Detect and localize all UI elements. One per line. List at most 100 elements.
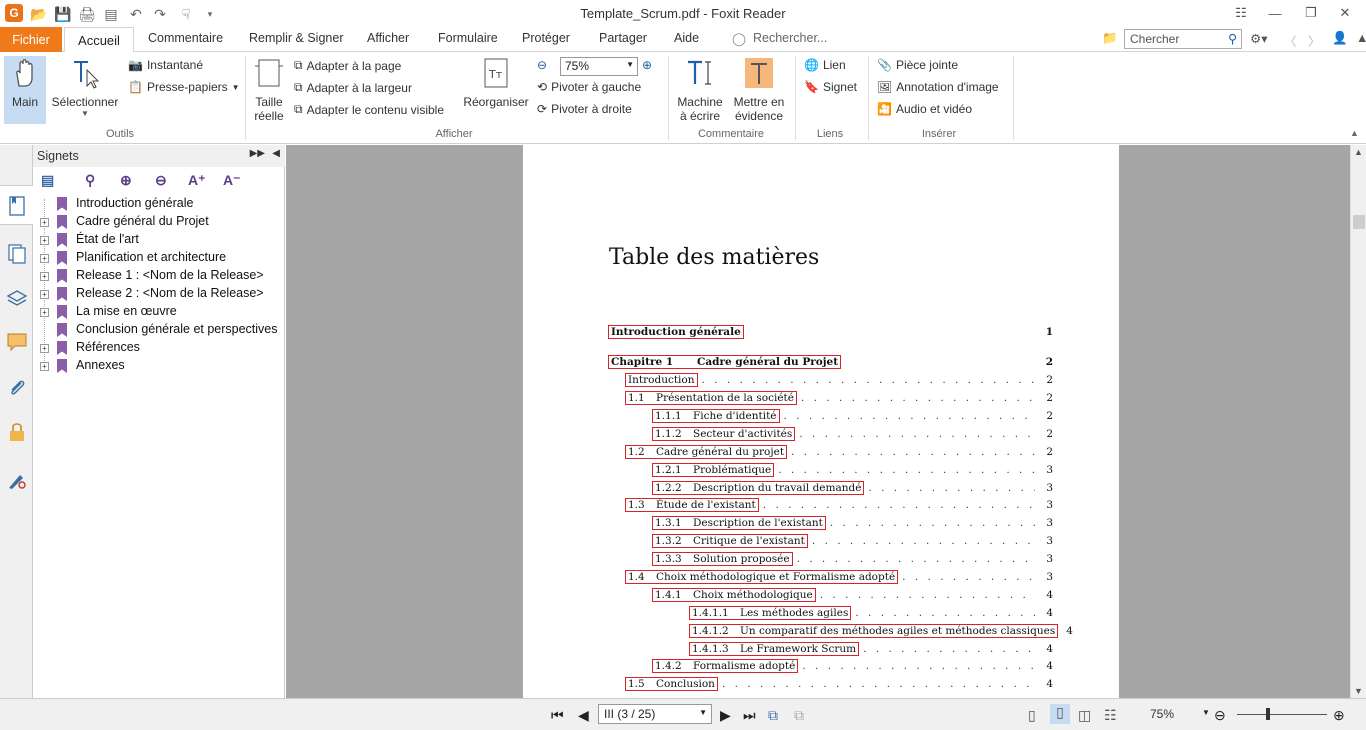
print-icon[interactable]: 🖨 xyxy=(77,4,97,24)
scrollbar-thumb[interactable] xyxy=(1353,215,1365,229)
single-page-icon[interactable]: ▯ xyxy=(1028,707,1036,724)
ribbon-collapse-icon[interactable]: ▲ xyxy=(1356,31,1366,45)
minimize-button[interactable]: — xyxy=(1260,3,1290,23)
tab-protect[interactable]: Protéger xyxy=(522,31,570,45)
toc-entry[interactable]: 1.4.1.1 Les méthodes agiles . . . . . . . … xyxy=(689,604,1053,622)
scroll-up-icon[interactable]: ▲ xyxy=(1354,147,1363,157)
bookmark-item[interactable]: + Release 2 : <Nom de la Release> xyxy=(33,285,285,303)
tab-file[interactable]: Fichier xyxy=(0,27,62,52)
tab-share[interactable]: Partager xyxy=(599,31,647,45)
last-page-icon[interactable]: ⏭ xyxy=(743,707,756,724)
bookmark-item[interactable]: + Annexes xyxy=(33,357,285,375)
user-icon[interactable]: 👤 xyxy=(1332,31,1348,46)
fit-visible-button[interactable]: ⧉ Adapter le contenu visible xyxy=(294,102,444,117)
page-number-input[interactable]: III (3 / 25) ▼ xyxy=(598,704,712,724)
hand-tool-quick-icon[interactable]: ☟ xyxy=(176,4,196,24)
expand-node-icon[interactable]: + xyxy=(40,218,49,227)
open-icon[interactable]: 📂 xyxy=(29,4,49,24)
previous-view-icon[interactable]: ⧉ xyxy=(768,707,778,724)
toc-entry[interactable]: 1.3 Étude de l'existant . . . . . . . . . … xyxy=(625,496,1053,514)
zoom-in-icon[interactable]: ⊕ xyxy=(1333,707,1345,724)
bookmarks-panel-icon[interactable] xyxy=(6,195,28,217)
tab-home[interactable]: Accueil xyxy=(64,27,134,53)
actual-size-button[interactable]: Taille réelle xyxy=(250,56,288,123)
hand-tool-button[interactable]: Main xyxy=(4,56,46,124)
toc-entry[interactable]: Chapitre 1 Cadre général du Projet 2 xyxy=(608,353,1053,371)
fit-width-button[interactable]: ⧉ Adapter à la largeur xyxy=(294,80,412,95)
toc-link[interactable]: Introduction xyxy=(625,373,698,387)
pages-panel-icon[interactable] xyxy=(6,243,28,265)
toc-link[interactable]: 1.3.2 Critique de l'existant xyxy=(652,534,808,548)
toc-entry[interactable]: 1.2 Cadre général du projet . . . . . . . … xyxy=(625,443,1053,461)
layers-panel-icon[interactable] xyxy=(6,287,28,309)
toc-link[interactable]: 1.1.1 Fiche d'identité xyxy=(652,409,780,423)
toc-entry[interactable]: 1.3.1 Description de l'existant . . . . . … xyxy=(652,514,1053,532)
toc-entry[interactable]: 1.1 Présentation de la société . . . . . .… xyxy=(625,389,1053,407)
toc-link[interactable]: 1.4 Choix méthodologique et Formalisme ad… xyxy=(625,570,899,584)
toc-link[interactable]: 1.3 Étude de l'existant xyxy=(625,498,759,512)
zoom-dropdown-icon[interactable]: ▼ xyxy=(1202,708,1210,717)
font-smaller-icon[interactable]: A⁻ xyxy=(223,172,241,190)
next-view-icon[interactable]: ⧉ xyxy=(794,707,804,724)
toc-link[interactable]: 1.5 Conclusion xyxy=(625,677,718,691)
reflow-button[interactable]: Tт Réorganiser xyxy=(462,56,530,109)
forward-icon[interactable]: 〉 xyxy=(1308,31,1321,50)
rotate-left-button[interactable]: ⟲ Pivoter à gauche xyxy=(537,80,641,94)
expand-node-icon[interactable]: + xyxy=(40,344,49,353)
toc-entry[interactable]: 1.2.1 Problématique . . . . . . . . . . . … xyxy=(652,461,1053,479)
collapse-panel-icon[interactable]: ◀ xyxy=(272,148,280,159)
zoom-select[interactable]: 75% ▼ xyxy=(560,57,638,76)
bookmark-options-icon[interactable]: ▤ xyxy=(41,172,59,190)
toc-link[interactable]: Introduction générale xyxy=(608,325,744,339)
typewriter-button[interactable]: Machine à écrire xyxy=(674,56,726,123)
toc-link[interactable]: 1.3.3 Solution proposée xyxy=(652,552,793,566)
toc-link[interactable]: 1.3.1 Description de l'existant xyxy=(652,516,826,530)
expand-node-icon[interactable]: + xyxy=(40,272,49,281)
zoom-in-icon[interactable]: ⊕ xyxy=(642,58,652,72)
tab-help[interactable]: Aide xyxy=(674,31,699,45)
highlight-button[interactable]: Mettre en évidence xyxy=(730,56,788,123)
audio-video-button[interactable]: 🎦 Audio et vidéo xyxy=(877,102,972,116)
tab-form[interactable]: Formulaire xyxy=(438,31,498,45)
expand-panel-icon[interactable]: ▶▶ xyxy=(250,148,265,159)
toc-link[interactable]: 1.2 Cadre général du projet xyxy=(625,445,788,459)
search-input[interactable]: Chercher xyxy=(1124,29,1242,49)
scroll-down-icon[interactable]: ▼ xyxy=(1354,686,1363,696)
toc-link[interactable]: Chapitre 1 Cadre général du Projet xyxy=(608,355,842,369)
toc-entry[interactable]: 1.1.2 Secteur d'activités . . . . . . . . … xyxy=(652,425,1053,443)
select-dropdown-icon[interactable]: ▼ xyxy=(50,109,120,118)
bookmark-item[interactable]: + Références xyxy=(33,339,285,357)
toc-entry[interactable]: 1.4.2 Formalisme adopté . . . . . . . . . … xyxy=(652,657,1053,675)
zoom-level[interactable]: 75% xyxy=(1150,707,1174,721)
font-larger-icon[interactable]: A⁺ xyxy=(188,172,206,190)
toc-link[interactable]: 1.4.1.1 Les méthodes agiles xyxy=(689,606,852,620)
expand-node-icon[interactable]: + xyxy=(40,236,49,245)
zoom-out-icon[interactable]: ⊖ xyxy=(1214,707,1226,724)
bookmark-item[interactable]: + Release 1 : <Nom de la Release> xyxy=(33,267,285,285)
bookmark-button[interactable]: 🔖 Signet xyxy=(804,80,857,94)
expand-node-icon[interactable]: + xyxy=(40,254,49,263)
bookmark-item[interactable]: Introduction générale xyxy=(33,195,285,213)
clipboard-button[interactable]: 📋 Presse-papiers ▼ xyxy=(128,80,240,94)
bookmark-item[interactable]: + État de l'art xyxy=(33,231,285,249)
toc-entry[interactable]: 1.4 Choix méthodologique et Formalisme ad… xyxy=(625,568,1053,586)
toc-entry[interactable]: 1.4.1 Choix méthodologique . . . . . . . .… xyxy=(652,586,1053,604)
continuous-page-icon[interactable]: ▯ xyxy=(1050,704,1070,724)
toc-link[interactable]: 1.4.1 Choix méthodologique xyxy=(652,588,816,602)
toc-link[interactable]: 1.2.2 Description du travail demandé xyxy=(652,481,865,495)
expand-node-icon[interactable]: + xyxy=(40,362,49,371)
toc-link[interactable]: 1.1 Présentation de la société xyxy=(625,391,797,405)
security-panel-icon[interactable] xyxy=(6,421,28,443)
toc-entry[interactable]: 1.4.1.3 Le Framework Scrum . . . . . . . .… xyxy=(689,640,1053,658)
toc-entry[interactable]: Introduction générale 1 xyxy=(608,323,1053,341)
expand-node-icon[interactable]: + xyxy=(40,290,49,299)
tab-view[interactable]: Afficher xyxy=(367,31,409,45)
toc-entry[interactable]: Introduction . . . . . . . . . . . . . . … xyxy=(625,371,1053,389)
bookmark-item[interactable]: + La mise en œuvre xyxy=(33,303,285,321)
first-page-icon[interactable]: ⏮ xyxy=(551,707,564,724)
bookmark-search-icon[interactable]: ⚲ xyxy=(85,172,103,190)
search-options-icon[interactable]: ⚙▾ xyxy=(1250,31,1267,46)
ribbon-minimize-icon[interactable]: ▲ xyxy=(1350,128,1359,138)
bookmark-delete-icon[interactable]: ⊖ xyxy=(155,172,173,190)
expand-node-icon[interactable]: + xyxy=(40,308,49,317)
